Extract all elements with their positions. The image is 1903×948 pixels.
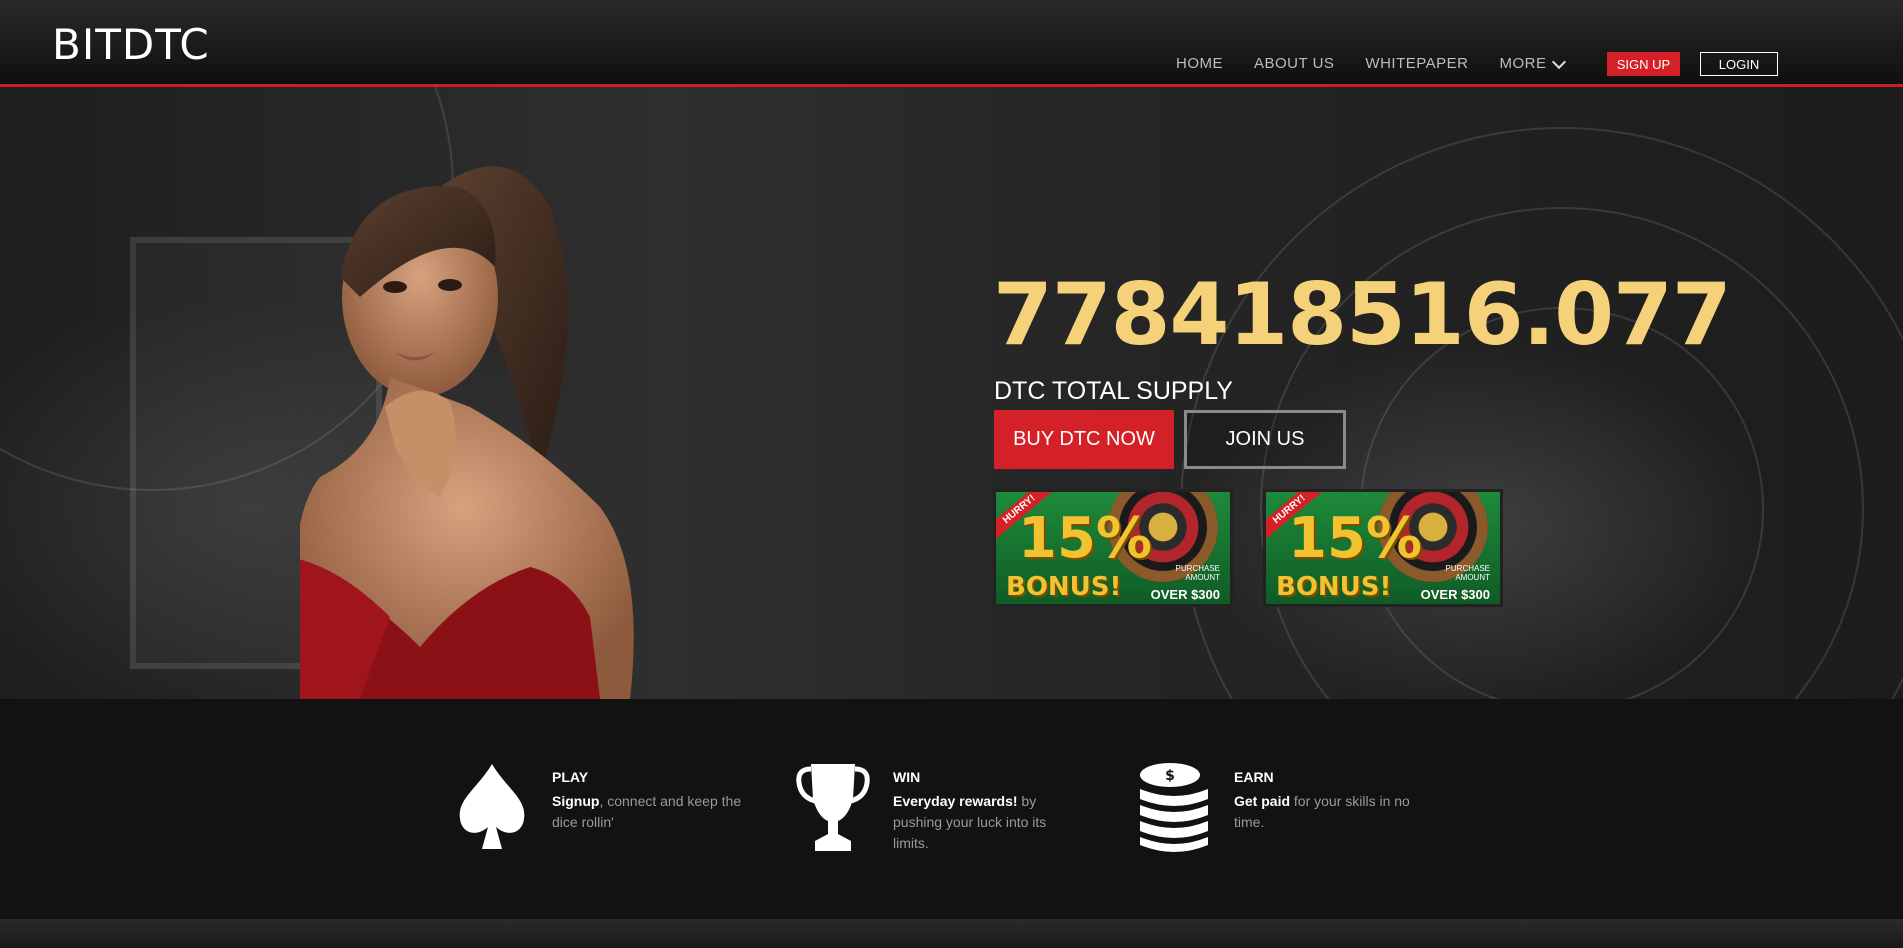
nav-whitepaper[interactable]: WHITEPAPER [1365,55,1468,72]
total-supply-label: DTC TOTAL SUPPLY [994,377,1233,405]
buy-dtc-button[interactable]: BUY DTC NOW [994,410,1174,469]
spade-icon [459,764,525,849]
purchase-amount-label: PURCHASE AMOUNT [1445,564,1490,582]
feature-text: Get paid for your skills in no time. [1234,793,1410,830]
purchase-amount-label: PURCHASE AMOUNT [1175,564,1220,582]
chevron-down-icon [1552,54,1567,69]
bonus-percent: 15% [1288,506,1423,571]
nav-about-us[interactable]: ABOUT US [1254,55,1334,72]
nav-more-label: MORE [1499,55,1547,72]
bonus-label: BONUS! [1006,572,1122,602]
footer-bar [0,919,1903,948]
trophy-icon [796,764,870,851]
total-supply-counter: 778418516.077 [993,265,1732,365]
features-section: PLAY Signup, connect and keep the dice r… [0,699,1903,919]
site-header: BITDTC HOME ABOUT US WHITEPAPER MORE SIG… [0,0,1903,87]
nav-more[interactable]: MORE [1499,54,1567,72]
main-nav: HOME ABOUT US WHITEPAPER MORE [1176,54,1595,72]
feature-text: Everyday rewards! by pushing your luck i… [893,793,1047,851]
feature-title: EARN [1234,769,1274,785]
feature-text: Signup, connect and keep the dice rollin… [552,793,742,830]
purchase-threshold: OVER $300 [1150,587,1220,602]
login-button[interactable]: LOGIN [1700,52,1778,76]
site-logo[interactable]: BITDTC [52,20,210,69]
bonus-label: BONUS! [1276,572,1392,602]
bonus-banner[interactable]: HURRY! 15% BONUS! PURCHASE AMOUNT OVER $… [1263,489,1503,607]
hero-model-image [300,166,634,699]
signup-button[interactable]: SIGN UP [1607,52,1680,76]
feature-title: PLAY [552,769,589,785]
svg-text:$: $ [1165,768,1175,784]
coins-icon: $ [1140,763,1208,852]
join-us-button[interactable]: JOIN US [1184,410,1346,469]
hero-section: 778418516.077 DTC TOTAL SUPPLY BUY DTC N… [0,87,1903,699]
feature-title: WIN [893,769,921,785]
nav-home[interactable]: HOME [1176,55,1223,72]
bonus-percent: 15% [1018,506,1153,571]
purchase-threshold: OVER $300 [1420,587,1490,602]
bonus-banner[interactable]: HURRY! 15% BONUS! PURCHASE AMOUNT OVER $… [993,489,1233,607]
